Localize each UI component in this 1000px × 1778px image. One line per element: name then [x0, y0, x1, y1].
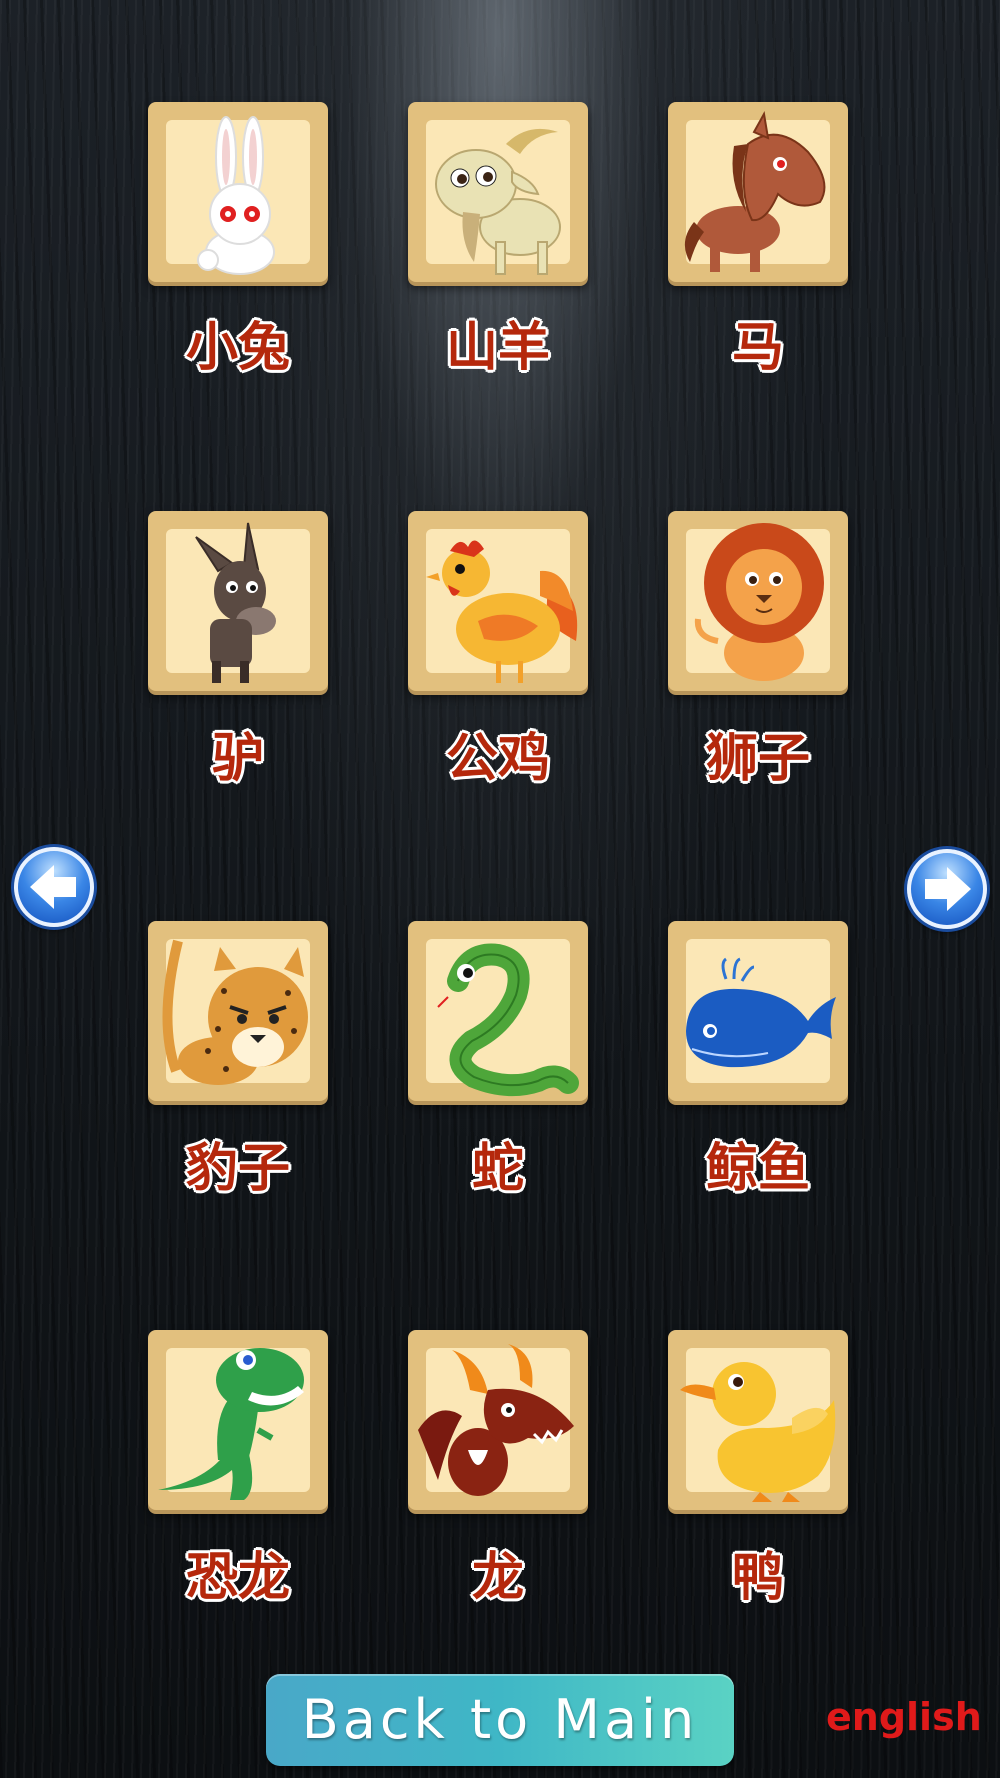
- back-to-main-button[interactable]: Back to Main: [266, 1674, 734, 1766]
- dinosaur-icon: [158, 1348, 304, 1500]
- whale-icon: [686, 957, 836, 1068]
- rabbit-icon: [197, 116, 275, 275]
- animal-card-leopard[interactable]: [148, 921, 328, 1101]
- animal-card-rooster[interactable]: [408, 511, 588, 691]
- animal-card-dinosaur[interactable]: [148, 1330, 328, 1510]
- donkey-icon: [195, 522, 276, 683]
- animal-label: 蛇: [471, 1138, 524, 1199]
- animal-label: 豹子: [185, 1138, 290, 1199]
- animal-card-goat[interactable]: [408, 102, 588, 282]
- lion-icon: [694, 523, 824, 681]
- leopard-icon: [162, 939, 308, 1085]
- animal-label: 驴: [211, 728, 264, 789]
- animal-card-lion[interactable]: [668, 511, 848, 691]
- animal-label: 狮子: [705, 728, 810, 789]
- horse-icon: [684, 111, 826, 272]
- animal-label: 山羊: [445, 317, 550, 378]
- animal-card-duck[interactable]: [668, 1330, 848, 1510]
- next-page-button[interactable]: [907, 849, 987, 929]
- language-toggle[interactable]: english: [826, 1695, 982, 1739]
- duck-icon: [680, 1362, 836, 1502]
- dragon-icon: [418, 1344, 574, 1496]
- previous-page-button[interactable]: [14, 847, 94, 927]
- animal-card-horse[interactable]: [668, 102, 848, 282]
- snake-icon: [437, 943, 579, 1097]
- goat-icon: [435, 128, 561, 275]
- arrow-left-icon: [30, 865, 76, 909]
- arrow-right-icon: [925, 867, 971, 911]
- rooster-icon: [426, 540, 578, 683]
- animal-label: 公鸡: [445, 728, 550, 789]
- animal-label: 鲸鱼: [705, 1138, 810, 1199]
- animal-card-snake[interactable]: [408, 921, 588, 1101]
- animal-card-dragon[interactable]: [408, 1330, 588, 1510]
- animal-card-rabbit[interactable]: [148, 102, 328, 282]
- animal-card-whale[interactable]: [668, 921, 848, 1101]
- animal-label: 鸭: [731, 1547, 784, 1608]
- animal-label: 马: [731, 317, 784, 378]
- animal-label: 小兔: [185, 317, 290, 378]
- animal-label: 龙: [471, 1547, 524, 1608]
- animal-card-donkey[interactable]: [148, 511, 328, 691]
- animal-label: 恐龙: [185, 1547, 290, 1608]
